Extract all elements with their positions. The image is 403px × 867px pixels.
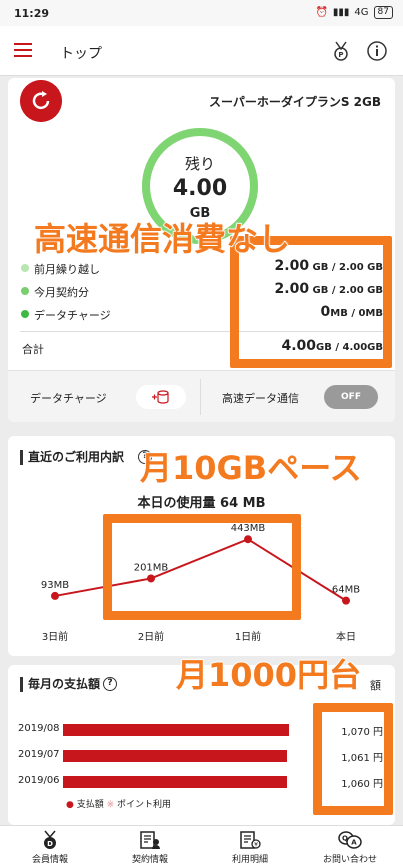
data-label: 93MB bbox=[41, 580, 69, 591]
annotation-text-3: 月1000円台 bbox=[175, 655, 362, 695]
paid-legend-dot: ● bbox=[66, 800, 74, 810]
status-bar: 11:29 ⏰ ▮▮▮ 4G 87 bbox=[0, 0, 403, 26]
info-icon[interactable] bbox=[366, 40, 388, 62]
payment-bar bbox=[63, 724, 289, 736]
x-tick-label: 3日前 bbox=[42, 630, 68, 643]
nav-label: 会員情報 bbox=[31, 855, 68, 865]
remaining-label: 残り bbox=[184, 155, 215, 173]
annotation-text-1: 高速通信消費なし bbox=[33, 219, 291, 259]
usage-today: 本日の使用量 64 MB bbox=[137, 496, 266, 511]
svg-text:Q: Q bbox=[342, 835, 348, 843]
usage-title: 直近のご利用内訳 bbox=[20, 450, 124, 465]
row-label: 今月契約分 bbox=[34, 286, 89, 299]
x-tick-label: 2日前 bbox=[138, 630, 164, 643]
points-legend-mark: ※ bbox=[106, 800, 115, 810]
data-point bbox=[51, 591, 59, 600]
annotation-box-chart bbox=[103, 514, 301, 620]
highspeed-toggle[interactable]: OFF bbox=[324, 385, 378, 409]
payments-title: 毎月の支払額 bbox=[20, 677, 100, 692]
highspeed-label: 高速データ通信 bbox=[222, 392, 299, 405]
status-icons: ⏰ ▮▮▮ 4G 87 bbox=[315, 6, 393, 19]
contract-dot bbox=[21, 287, 29, 295]
alarm-icon: ⏰ bbox=[315, 7, 328, 18]
medal-icon[interactable]: P bbox=[330, 40, 352, 62]
charge-label: データチャージ bbox=[30, 392, 107, 405]
data-point bbox=[342, 596, 350, 605]
help-icon[interactable]: ? bbox=[103, 677, 117, 691]
action-strip: データチャージ 高速データ通信 OFF bbox=[8, 370, 395, 422]
nav-contract[interactable]: 契約情報 bbox=[100, 826, 200, 867]
svg-text:A: A bbox=[351, 839, 357, 847]
data-label: 64MB bbox=[332, 585, 360, 596]
paid-legend-label: 支払額 bbox=[76, 800, 104, 810]
payment-month: 2019/06 bbox=[18, 775, 60, 786]
statement-icon: ¥ bbox=[240, 831, 261, 849]
payments-legend: ● 支払額 ※ ポイント利用 bbox=[66, 797, 171, 810]
member-icon: D bbox=[44, 830, 56, 849]
row-label: 前月繰り越し bbox=[34, 263, 100, 276]
refresh-button[interactable] bbox=[20, 80, 62, 122]
status-time: 11:29 bbox=[14, 7, 50, 20]
nav-statement[interactable]: ¥ 利用明細 bbox=[200, 826, 300, 867]
payment-month: 2019/07 bbox=[18, 749, 60, 760]
nav-inquiry[interactable]: Q A お問い合わせ bbox=[300, 826, 400, 867]
battery-icon: 87 bbox=[373, 6, 393, 19]
contract-icon bbox=[140, 831, 160, 849]
nav-label: 契約情報 bbox=[131, 855, 168, 865]
data-charge-button[interactable] bbox=[136, 385, 186, 409]
qa-icon: Q A bbox=[338, 831, 362, 849]
x-tick-label: 本日 bbox=[336, 630, 356, 643]
signal-icon: ▮▮▮ bbox=[332, 7, 350, 18]
bottom-nav: D 会員情報 契約情報 ¥ 利用明細 Q A お問い合わせ bbox=[0, 825, 403, 867]
plan-name: スーパーホーダイプランS 2GB bbox=[208, 95, 381, 109]
svg-text:P: P bbox=[338, 51, 343, 59]
carryover-dot bbox=[21, 264, 29, 272]
annotation-box-payments bbox=[313, 703, 393, 815]
page-title: トップ bbox=[60, 46, 102, 62]
divider bbox=[200, 379, 201, 415]
x-tick-label: 1日前 bbox=[235, 630, 261, 643]
app-bar: トップ P bbox=[0, 26, 403, 76]
payment-bar bbox=[63, 776, 287, 788]
network-type: 4G bbox=[354, 7, 369, 18]
menu-icon[interactable] bbox=[14, 43, 32, 57]
payment-bar bbox=[63, 750, 287, 762]
svg-text:D: D bbox=[47, 840, 53, 848]
annotation-text-2: 月10GBペース bbox=[139, 448, 362, 488]
row-label: データチャージ bbox=[34, 309, 111, 322]
nav-label: お問い合わせ bbox=[322, 855, 377, 865]
points-legend-label: ポイント利用 bbox=[117, 800, 172, 810]
payment-month: 2019/08 bbox=[18, 723, 60, 734]
row-label: 合計 bbox=[22, 343, 44, 356]
nav-member[interactable]: D 会員情報 bbox=[0, 826, 100, 867]
payments-header-suffix: 額 bbox=[370, 679, 381, 692]
remaining-value: 4.00 bbox=[172, 176, 228, 201]
svg-text:¥: ¥ bbox=[254, 842, 258, 849]
charge-dot bbox=[21, 310, 29, 318]
nav-label: 利用明細 bbox=[231, 855, 268, 865]
